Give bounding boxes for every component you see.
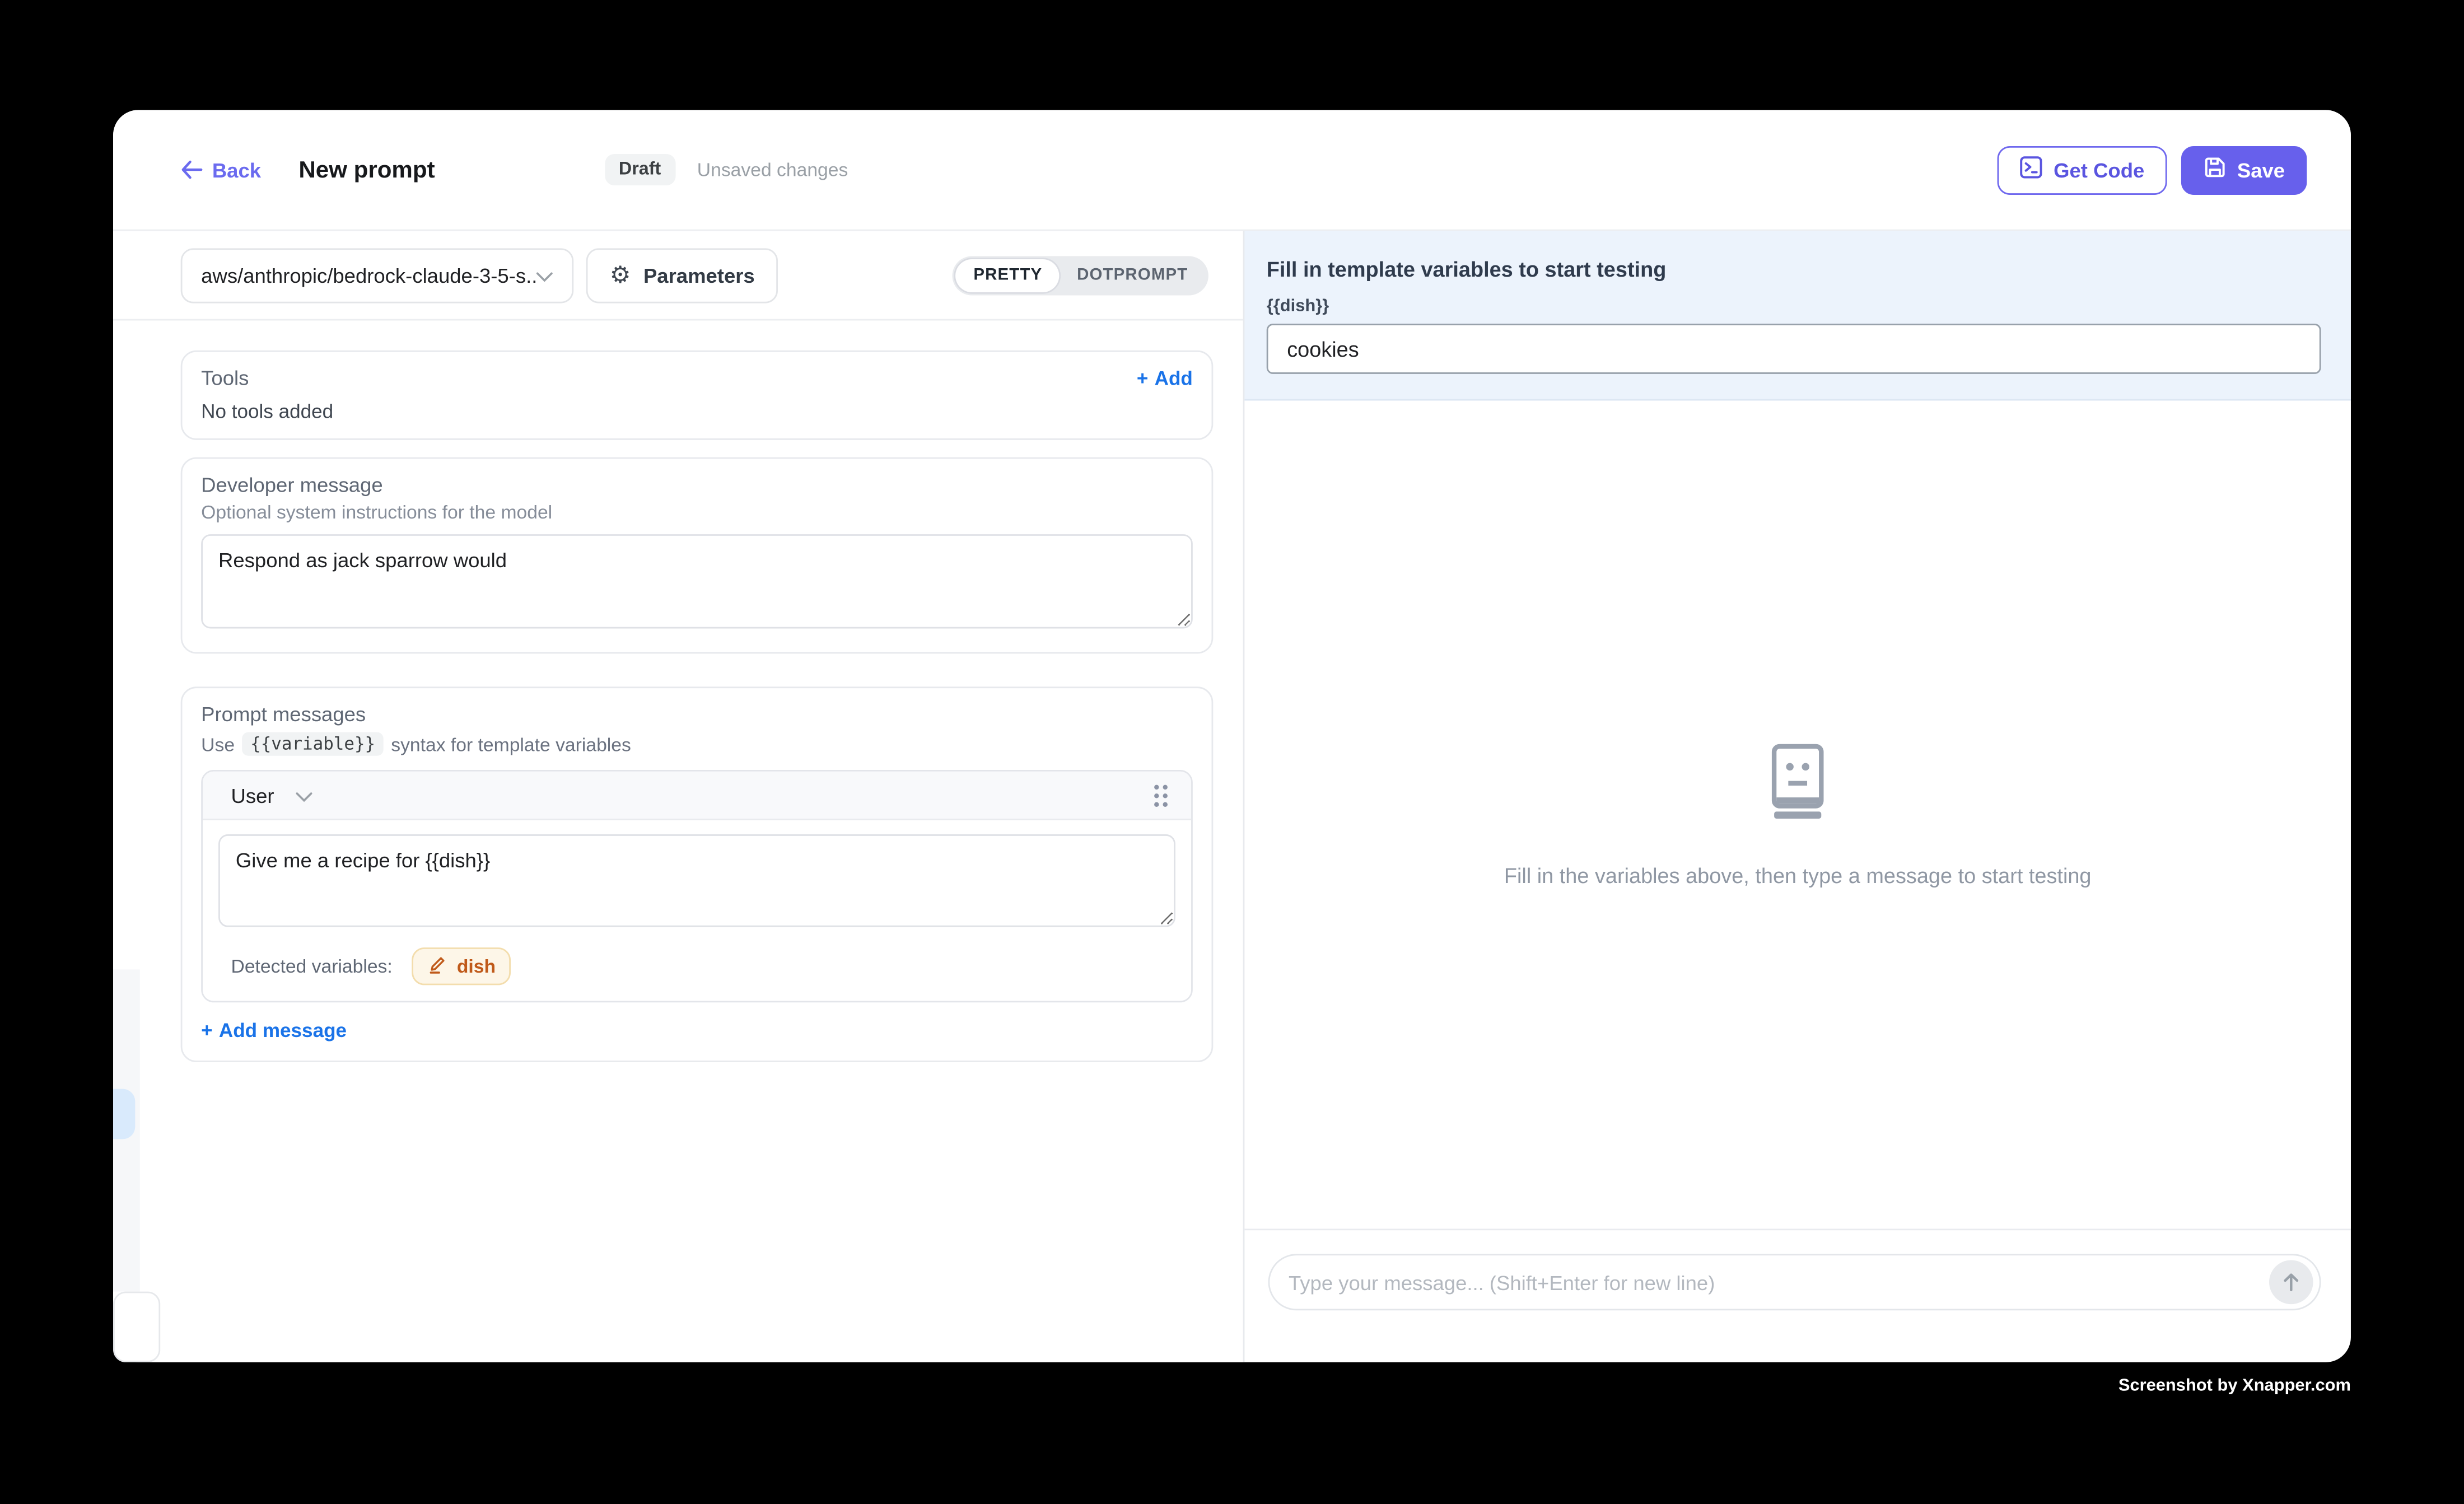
unsaved-changes-text: Unsaved changes bbox=[697, 158, 848, 180]
syntax-hint: Use {{variable}} syntax for template var… bbox=[201, 732, 1193, 756]
role-value: User bbox=[231, 783, 274, 807]
main: aws/anthropic/bedrock-claude-3-5-s... ⚙ … bbox=[113, 231, 2351, 1362]
message-body: Give me a recipe for {{dish}} Detected v… bbox=[203, 820, 1191, 1001]
robot-face-icon bbox=[1766, 742, 1829, 826]
variable-chip-dish[interactable]: dish bbox=[411, 947, 511, 985]
view-mode-toggle: PRETTY DOTPROMPT bbox=[953, 255, 1208, 295]
message-header: User bbox=[203, 772, 1191, 820]
chevron-down-icon bbox=[296, 783, 314, 807]
send-button[interactable] bbox=[2269, 1260, 2313, 1305]
save-label: Save bbox=[2237, 158, 2285, 181]
model-selector-value: aws/anthropic/bedrock-claude-3-5-s... bbox=[201, 263, 536, 287]
drag-handle-icon[interactable] bbox=[1152, 782, 1169, 809]
gear-icon: ⚙ bbox=[610, 263, 631, 287]
add-tool-label: Add bbox=[1155, 367, 1193, 389]
developer-message-subtitle: Optional system instructions for the mod… bbox=[201, 501, 1193, 523]
header-actions: Get Code Save bbox=[1997, 146, 2307, 194]
parameters-button[interactable]: ⚙ Parameters bbox=[586, 247, 778, 302]
chevron-down-icon bbox=[536, 263, 553, 287]
developer-message-textarea[interactable]: Respond as jack sparrow would bbox=[201, 534, 1193, 628]
syntax-prefix: Use bbox=[201, 733, 235, 755]
get-code-label: Get Code bbox=[2054, 158, 2144, 181]
message-block: User Give me a recipe for bbox=[201, 770, 1193, 1002]
save-icon bbox=[2202, 156, 2226, 184]
chat-input-container bbox=[1268, 1254, 2321, 1310]
page-title: New prompt bbox=[298, 156, 435, 183]
developer-message-title: Developer message bbox=[201, 473, 1193, 497]
edit-pencil-icon bbox=[427, 954, 447, 979]
stage: Back New prompt Draft Unsaved changes Ge… bbox=[0, 0, 2464, 1503]
variable-key-label: {{dish}} bbox=[1267, 297, 2321, 316]
save-button[interactable]: Save bbox=[2181, 146, 2307, 194]
template-variables-title: Fill in template variables to start test… bbox=[1267, 258, 2321, 281]
plus-icon: + bbox=[201, 1020, 213, 1041]
get-code-button[interactable]: Get Code bbox=[1997, 146, 2166, 194]
tab-dotprompt[interactable]: DOTPROMPT bbox=[1060, 259, 1205, 292]
editor-toolbar: aws/anthropic/bedrock-claude-3-5-s... ⚙ … bbox=[113, 231, 1243, 320]
template-variables-header: Fill in template variables to start test… bbox=[1244, 231, 2351, 400]
tools-empty-text: No tools added bbox=[201, 401, 1193, 423]
add-message-label: Add message bbox=[219, 1020, 347, 1041]
tools-card: Tools + Add No tools added bbox=[181, 351, 1214, 440]
message-textarea[interactable]: Give me a recipe for {{dish}} bbox=[218, 834, 1175, 927]
header: Back New prompt Draft Unsaved changes Ge… bbox=[113, 110, 2351, 231]
model-selector[interactable]: aws/anthropic/bedrock-claude-3-5-s... bbox=[181, 247, 574, 302]
detected-variables-row: Detected variables: dish bbox=[218, 947, 1175, 985]
cropped-sidebar-highlight bbox=[113, 1089, 135, 1139]
empty-state-text: Fill in the variables above, then type a… bbox=[1504, 863, 2092, 887]
variable-value-input[interactable] bbox=[1267, 324, 2321, 374]
chat-input-bar bbox=[1244, 1229, 2351, 1362]
tools-title: Tools bbox=[201, 366, 249, 390]
tab-pretty[interactable]: PRETTY bbox=[956, 259, 1060, 292]
prompt-messages-card: Prompt messages Use {{variable}} syntax … bbox=[181, 686, 1214, 1062]
test-panel: Fill in template variables to start test… bbox=[1244, 231, 2351, 1362]
prompt-messages-title: Prompt messages bbox=[201, 702, 1193, 726]
syntax-suffix: syntax for template variables bbox=[391, 733, 631, 755]
prompt-editor-panel: aws/anthropic/bedrock-claude-3-5-s... ⚙ … bbox=[113, 231, 1244, 1362]
variable-syntax-chip: {{variable}} bbox=[242, 732, 383, 756]
chat-empty-state: Fill in the variables above, then type a… bbox=[1244, 401, 2351, 1229]
editor-scroll-area: Tools + Add No tools added Developer mes… bbox=[113, 320, 1243, 1362]
detected-variables-label: Detected variables: bbox=[231, 955, 392, 977]
back-arrow-icon bbox=[181, 160, 203, 179]
back-button[interactable]: Back bbox=[181, 158, 261, 181]
cropped-corner-box bbox=[113, 1292, 160, 1362]
developer-message-card: Developer message Optional system instru… bbox=[181, 457, 1214, 654]
app-window: Back New prompt Draft Unsaved changes Ge… bbox=[113, 110, 2351, 1362]
status-badge: Draft bbox=[605, 154, 675, 185]
watermark-text: Screenshot by Xnapper.com bbox=[1996, 1376, 2351, 1395]
role-selector[interactable]: User bbox=[231, 783, 313, 807]
terminal-icon bbox=[2019, 156, 2042, 184]
add-tool-button[interactable]: + Add bbox=[1137, 367, 1193, 389]
variable-chip-label: dish bbox=[457, 955, 496, 977]
add-message-button[interactable]: + Add message bbox=[201, 1020, 1193, 1041]
chat-message-input[interactable] bbox=[1270, 1271, 2269, 1294]
parameters-label: Parameters bbox=[643, 263, 755, 287]
plus-icon: + bbox=[1137, 367, 1149, 389]
back-label: Back bbox=[212, 158, 261, 181]
